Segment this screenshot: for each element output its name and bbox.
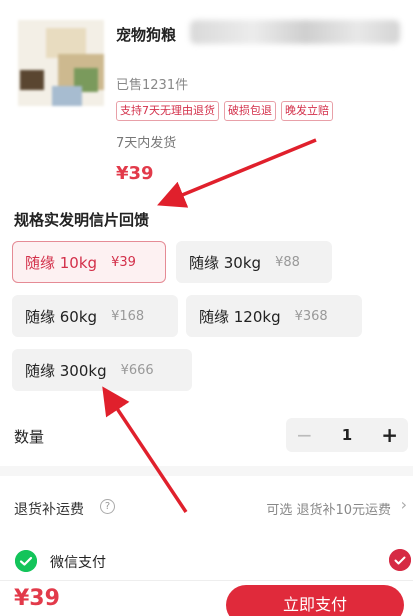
spec-option-price: ¥666 — [120, 362, 154, 378]
section-divider — [0, 466, 413, 476]
spec-title: 规格实发明信片回馈 — [14, 211, 150, 229]
total-price: ¥39 — [14, 586, 60, 611]
product-price: ¥39 — [116, 163, 154, 184]
spec-option-label: 随缘 60kg — [25, 307, 98, 326]
payment-method-label[interactable]: 微信支付 — [50, 552, 106, 572]
quantity-label: 数量 — [14, 428, 45, 446]
spec-option-10kg[interactable]: 随缘 10kg ¥39 — [12, 241, 166, 283]
increment-button[interactable]: + — [381, 423, 398, 447]
spec-option-label: 随缘 10kg — [25, 253, 98, 272]
spec-option-label: 随缘 300kg — [25, 361, 107, 380]
decrement-button[interactable]: − — [296, 423, 313, 447]
spec-option-120kg[interactable]: 随缘 120kg ¥368 — [186, 295, 362, 337]
tag-7day-return: 支持7天无理由退货 — [116, 101, 219, 121]
pay-now-button[interactable]: 立即支付 — [226, 585, 404, 616]
spec-option-label: 随缘 30kg — [189, 253, 262, 272]
quantity-value[interactable]: 1 — [342, 426, 352, 444]
product-name-blurred — [190, 20, 400, 44]
sold-count: 已售1231件 — [116, 78, 189, 93]
help-icon[interactable]: ? — [100, 499, 115, 514]
product-name: 宠物狗粮 — [116, 26, 177, 44]
spec-option-300kg[interactable]: 随缘 300kg ¥666 — [12, 349, 192, 391]
tag-damage-refund: 破损包退 — [224, 101, 276, 121]
shipping-time: 7天内发货 — [116, 136, 177, 151]
spec-option-60kg[interactable]: 随缘 60kg ¥168 — [12, 295, 178, 337]
footer-divider — [0, 580, 413, 581]
annotation-arrow — [102, 386, 188, 513]
tag-late-compensation: 晚发立赔 — [281, 101, 333, 121]
return-fee-option[interactable]: 可选 退货补10元运费 — [266, 499, 391, 518]
spec-option-price: ¥168 — [111, 308, 145, 324]
wechat-pay-icon — [15, 550, 37, 572]
spec-option-price: ¥88 — [275, 254, 300, 270]
selected-check-icon[interactable] — [389, 549, 411, 571]
spec-option-30kg[interactable]: 随缘 30kg ¥88 — [176, 241, 332, 283]
product-thumbnail — [18, 20, 104, 106]
spec-option-label: 随缘 120kg — [199, 307, 281, 326]
spec-option-price: ¥39 — [111, 254, 136, 270]
chevron-right-icon[interactable]: › — [401, 495, 407, 514]
annotation-arrow — [157, 138, 317, 208]
quantity-stepper: − 1 + — [286, 418, 408, 452]
service-tags: 支持7天无理由退货 破损包退 晚发立赔 — [116, 101, 333, 121]
return-fee-label: 退货补运费 — [14, 502, 84, 518]
spec-option-price: ¥368 — [294, 308, 328, 324]
